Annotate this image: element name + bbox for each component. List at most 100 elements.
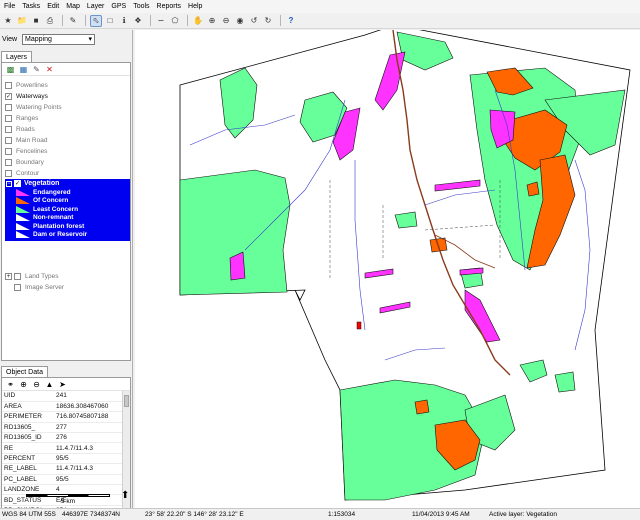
layer-checkbox[interactable] [5, 169, 12, 177]
menu-tasks[interactable]: Tasks [22, 3, 40, 10]
collapse-icon[interactable]: − [6, 180, 12, 187]
layer-checkbox[interactable]: ✓ [5, 92, 12, 100]
layer-checkbox[interactable] [5, 147, 12, 155]
menu-file[interactable]: File [4, 3, 15, 10]
attribute-value[interactable]: 11.4.7/11.4.3 [54, 442, 130, 454]
layer-checkbox[interactable] [14, 272, 21, 280]
pin-icon[interactable]: ➤ [57, 379, 68, 389]
zoom-box-icon[interactable]: □ [104, 15, 116, 27]
vegetation-polygon[interactable] [414, 399, 430, 415]
layer-label: Waterways [16, 92, 48, 100]
layer-row-land-types[interactable]: + Land Types [5, 271, 59, 281]
remove-record-icon[interactable]: ⊖ [31, 379, 42, 389]
zoom-in-icon[interactable]: ⊕ [206, 15, 218, 27]
attribute-value[interactable]: 95/5 [54, 453, 130, 465]
map-canvas[interactable] [135, 30, 640, 508]
vegetation-polygon[interactable] [554, 371, 576, 393]
layer-row-boundary[interactable]: Boundary [5, 157, 44, 167]
layer-row-waterways[interactable]: ✓ Waterways [5, 91, 48, 101]
menu-layer[interactable]: Layer [87, 3, 105, 10]
add-layer-icon[interactable]: ▩ [5, 64, 16, 74]
attribute-row[interactable]: PERCENT 95/5 [2, 453, 130, 465]
legend-item: Dam or Reservoir [5, 231, 130, 240]
menu-edit[interactable]: Edit [47, 3, 59, 10]
menu-tools[interactable]: Tools [133, 3, 149, 10]
attribute-row[interactable]: RD13605_ID 276 [2, 432, 130, 444]
status-projection: WGS 84 UTM 55S [2, 511, 56, 518]
remove-layer-icon[interactable]: ✕ [44, 64, 55, 74]
legend-swatch [16, 188, 30, 196]
layer-checkbox[interactable] [5, 114, 12, 122]
save-icon[interactable]: ■ [30, 15, 42, 27]
attribute-row[interactable]: RE 11.4.7/11.4.3 [2, 442, 130, 454]
edit-layer-icon[interactable]: ✎ [31, 64, 42, 74]
layer-row-main-road[interactable]: Main Road [5, 135, 47, 145]
menu-gps[interactable]: GPS [111, 3, 126, 10]
info-icon[interactable]: ℹ [118, 15, 130, 27]
add-record-icon[interactable]: ⊕ [18, 379, 29, 389]
pan-icon[interactable]: ✋ [192, 15, 204, 27]
layer-checkbox[interactable] [5, 136, 12, 144]
identify-icon[interactable]: ❖ [132, 15, 144, 27]
link-icon[interactable]: ⚭ [5, 379, 16, 389]
attribute-row[interactable]: UID 241 [2, 391, 130, 402]
status-datetime: 11/04/2013 9:45 AM [412, 511, 470, 518]
layer-table-icon[interactable]: ▦ [18, 64, 29, 74]
layer-row-roads[interactable]: Roads [5, 124, 35, 134]
layer-checkbox[interactable] [5, 158, 12, 166]
expand-icon[interactable]: + [5, 272, 12, 280]
zoom-out-icon[interactable]: ⊖ [220, 15, 232, 27]
zoom-previous-icon[interactable]: ↺ [248, 15, 260, 27]
scale-bar-label: 5 km [60, 498, 76, 505]
attribute-value[interactable]: 277 [54, 422, 130, 434]
menu-help[interactable]: Help [188, 3, 202, 10]
layer-checkbox[interactable] [5, 125, 12, 133]
layer-row-image-server[interactable]: Image Server [14, 282, 64, 292]
layer-row-watering-points[interactable]: Watering Points [5, 102, 62, 112]
layer-checkbox[interactable] [14, 283, 21, 291]
new-layer-icon[interactable]: ★ [2, 15, 14, 27]
layer-checkbox[interactable] [5, 81, 12, 89]
attribute-row[interactable]: RD13605_ 277 [2, 422, 130, 434]
zoom-next-icon[interactable]: ↻ [262, 15, 274, 27]
attribute-row[interactable]: PC_LABEL 95/5 [2, 474, 130, 486]
tab-object-data[interactable]: Object Data [1, 366, 48, 377]
attribute-key: RD13605_ID [2, 432, 54, 444]
vegetation-polygon[interactable] [394, 211, 418, 229]
draw-polygon-icon[interactable]: ⬠ [169, 15, 181, 27]
selected-feature[interactable] [356, 321, 362, 330]
open-icon[interactable]: 📁 [16, 15, 28, 27]
layer-label: Powerlines [16, 81, 48, 89]
layer-row-contour[interactable]: Contour [5, 168, 39, 178]
help-icon[interactable]: ? [285, 15, 297, 27]
attribute-row[interactable]: PERIMETER 716.80745807188 [2, 411, 130, 423]
menu-reports[interactable]: Reports [157, 3, 182, 10]
map-svg[interactable] [135, 30, 640, 508]
vegetation-layer-group[interactable]: − ✓ Vegetation Endangered Of Concern Lea… [5, 179, 130, 241]
attribute-value[interactable]: 95/5 [54, 474, 130, 486]
layer-checkbox[interactable] [5, 103, 12, 111]
attribute-key: PERCENT [2, 453, 54, 465]
attribute-value[interactable]: 241 [54, 391, 130, 402]
attribute-row[interactable]: AREA 18636.308467060 [2, 401, 130, 413]
attribute-row[interactable]: RE_LABEL 11.4.7/11.4.3 [2, 463, 130, 475]
layer-row-ranges[interactable]: Ranges [5, 113, 38, 123]
attribute-value[interactable]: 276 [54, 432, 130, 444]
draw-line-icon[interactable]: ∽ [155, 15, 167, 27]
select-icon[interactable]: ⬁ [90, 14, 102, 27]
scroll-thumb[interactable] [124, 395, 129, 407]
measure-icon[interactable]: ✎ [67, 15, 79, 27]
attribute-value[interactable]: 716.80745807188 [54, 411, 130, 423]
menu-map[interactable]: Map [66, 3, 80, 10]
layer-checkbox[interactable]: ✓ [14, 180, 21, 187]
view-select[interactable]: Mapping ▾ [22, 33, 95, 45]
attribute-value[interactable]: 11.4.7/11.4.3 [54, 463, 130, 475]
attribute-value[interactable]: 18636.308467060 [54, 401, 130, 413]
photo-icon[interactable]: ▲ [44, 379, 55, 389]
print-icon[interactable]: ⎙ [44, 15, 56, 27]
layer-row-fencelines[interactable]: Fencelines [5, 146, 47, 156]
layer-row-powerlines[interactable]: Powerlines [5, 80, 48, 90]
tab-layers[interactable]: Layers [1, 51, 33, 62]
zoom-full-icon[interactable]: ◉ [234, 15, 246, 27]
vegetation-layer-header[interactable]: − ✓ Vegetation [5, 179, 130, 188]
